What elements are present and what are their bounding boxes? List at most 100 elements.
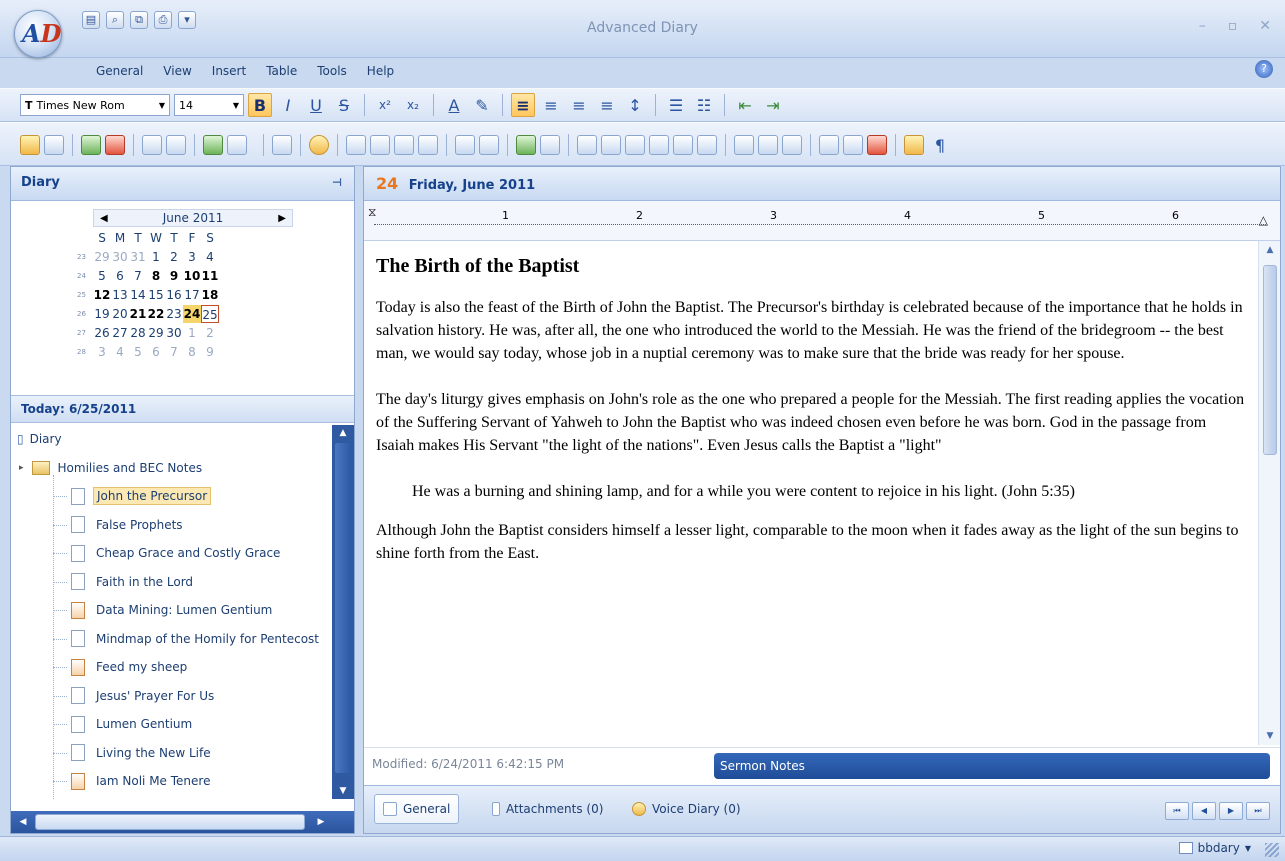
highlight-color-button[interactable]: ✎ — [470, 93, 494, 117]
undo-icon[interactable] — [455, 135, 475, 155]
replace-icon[interactable] — [867, 135, 887, 155]
tree-entry[interactable]: Lumen Gentium — [11, 710, 333, 739]
help-icon[interactable]: ? — [1255, 60, 1273, 78]
thesaurus-icon[interactable] — [540, 135, 560, 155]
find-next-icon[interactable] — [843, 135, 863, 155]
indent-decrease-button[interactable]: ⇤ — [733, 93, 757, 117]
indent-increase-button[interactable]: ⇥ — [761, 93, 785, 117]
calendar-day[interactable]: 8 — [183, 343, 201, 361]
calendar-day[interactable]: 13 — [111, 286, 129, 304]
paste-special-icon[interactable] — [418, 135, 438, 155]
underline-button[interactable]: U — [304, 93, 328, 117]
search-icon[interactable] — [142, 135, 162, 155]
calendar-day[interactable]: 29 — [93, 248, 111, 266]
copy-icon[interactable] — [370, 135, 390, 155]
print-icon[interactable] — [166, 135, 186, 155]
insert-line-icon[interactable] — [673, 135, 693, 155]
insert-date-icon[interactable] — [734, 135, 754, 155]
insert-field-icon[interactable] — [758, 135, 778, 155]
bullet-list-button[interactable]: ☰ — [664, 93, 688, 117]
scroll-up-icon[interactable]: ▲ — [1259, 241, 1281, 259]
maximize-icon[interactable]: ▫ — [1228, 18, 1238, 34]
calendar-day[interactable]: 15 — [147, 286, 165, 304]
minimize-icon[interactable]: – — [1199, 18, 1206, 34]
emoticon-icon[interactable] — [309, 135, 329, 155]
font-name-select[interactable]: T Times New Rom ▼ — [20, 94, 170, 116]
save-icon[interactable] — [272, 135, 292, 155]
previous-entry-icon[interactable]: ◀ — [1192, 802, 1216, 820]
menu-view[interactable]: View — [163, 60, 209, 84]
calendar-day[interactable]: 31 — [129, 248, 147, 266]
calendar-day[interactable]: 3 — [93, 343, 111, 361]
calendar-day[interactable]: 12 — [93, 286, 111, 304]
calendar-day[interactable]: 30 — [111, 248, 129, 266]
tree-entry[interactable]: John the Precursor — [11, 482, 333, 511]
calendar-day[interactable]: 5 — [129, 343, 147, 361]
italic-button[interactable]: I — [276, 93, 300, 117]
scroll-right-icon[interactable]: ▶ — [311, 811, 331, 833]
tree-entry[interactable]: Data Mining: Lumen Gentium — [11, 596, 333, 625]
export-icon[interactable] — [203, 135, 223, 155]
editor-vertical-scrollbar[interactable]: ▲ ▼ — [1258, 241, 1280, 745]
resize-grip-icon[interactable] — [1265, 843, 1279, 857]
tree-entry[interactable]: Feed my sheep — [11, 653, 333, 682]
tree-entry[interactable]: Jesus' Prayer For Us — [11, 682, 333, 711]
edit-icon[interactable] — [904, 135, 924, 155]
bold-button[interactable]: B — [248, 93, 272, 117]
calendar-day[interactable]: 25 — [201, 305, 219, 323]
editor-scroll-thumb[interactable] — [1263, 265, 1277, 455]
tab-attachments[interactable]: Attachments (0) — [484, 794, 611, 824]
prev-month-icon[interactable]: ◀ — [100, 213, 108, 224]
home-icon[interactable] — [227, 135, 247, 155]
tab-general[interactable]: General — [374, 794, 460, 824]
new-entry-icon[interactable] — [81, 135, 101, 155]
calendar-day[interactable]: 4 — [201, 248, 219, 266]
last-entry-icon[interactable]: ⏭ — [1246, 802, 1270, 820]
font-size-select[interactable]: 14 ▼ — [174, 94, 244, 116]
align-right-button[interactable]: ≡ — [567, 93, 591, 117]
insert-frame-icon[interactable] — [625, 135, 645, 155]
calendar-day[interactable]: 4 — [111, 343, 129, 361]
calendar-day[interactable]: 10 — [183, 267, 201, 285]
scroll-down-icon[interactable]: ▼ — [1259, 727, 1281, 745]
calendar-day[interactable]: 1 — [183, 324, 201, 342]
calendar-day[interactable]: 9 — [201, 343, 219, 361]
calendar-day[interactable]: 29 — [147, 324, 165, 342]
insert-picture-icon[interactable] — [577, 135, 597, 155]
today-label[interactable]: Today: 6/25/2011 — [11, 395, 354, 423]
pin-icon[interactable]: ⊣ — [332, 176, 342, 189]
find-icon[interactable] — [819, 135, 839, 155]
ruler[interactable]: ⧖ 123456 △ — [364, 201, 1280, 241]
delete-entry-icon[interactable] — [105, 135, 125, 155]
tree-vertical-scrollbar[interactable]: ▲ ▼ — [332, 425, 354, 799]
calendar-day[interactable]: 7 — [129, 267, 147, 285]
menu-general[interactable]: General — [96, 60, 161, 84]
horizontal-scroll-thumb[interactable] — [35, 814, 305, 830]
tree-entry[interactable]: Cheap Grace and Costly Grace — [11, 539, 333, 568]
tree-entry[interactable]: False Prophets — [11, 511, 333, 540]
scroll-up-icon[interactable]: ▲ — [332, 425, 354, 441]
user-menu[interactable]: bbdary ▼ — [1178, 841, 1251, 855]
open-folder-icon[interactable] — [20, 135, 40, 155]
calendar-day[interactable]: 9 — [165, 267, 183, 285]
scroll-thumb[interactable] — [335, 443, 351, 773]
numbered-list-button[interactable]: ☷ — [692, 93, 716, 117]
entry-editor[interactable]: The Birth of the Baptist Today is also t… — [364, 241, 1259, 745]
next-entry-icon[interactable]: ▶ — [1219, 802, 1243, 820]
tree-horizontal-scrollbar[interactable]: ◀ ▶ — [11, 811, 354, 833]
align-center-button[interactable]: ≡ — [539, 93, 563, 117]
calendar-day[interactable]: 6 — [147, 343, 165, 361]
calendar-day[interactable]: 20 — [111, 305, 129, 323]
tree-folder[interactable]: ▸ Homilies and BEC Notes — [11, 454, 333, 483]
paragraph-marks-icon[interactable]: ¶ — [928, 133, 952, 157]
calendar-day[interactable]: 28 — [129, 324, 147, 342]
tree-entry[interactable]: Iam Noli Me Tenere — [11, 767, 333, 796]
first-entry-icon[interactable]: ⏮ — [1165, 802, 1189, 820]
calendar-day[interactable]: 2 — [201, 324, 219, 342]
spellcheck-icon[interactable] — [516, 135, 536, 155]
calendar-day[interactable]: 21 — [129, 305, 147, 323]
next-month-icon[interactable]: ▶ — [278, 213, 286, 224]
justify-button[interactable]: ≡ — [595, 93, 619, 117]
menu-table[interactable]: Table — [266, 60, 315, 84]
menu-insert[interactable]: Insert — [212, 60, 264, 84]
